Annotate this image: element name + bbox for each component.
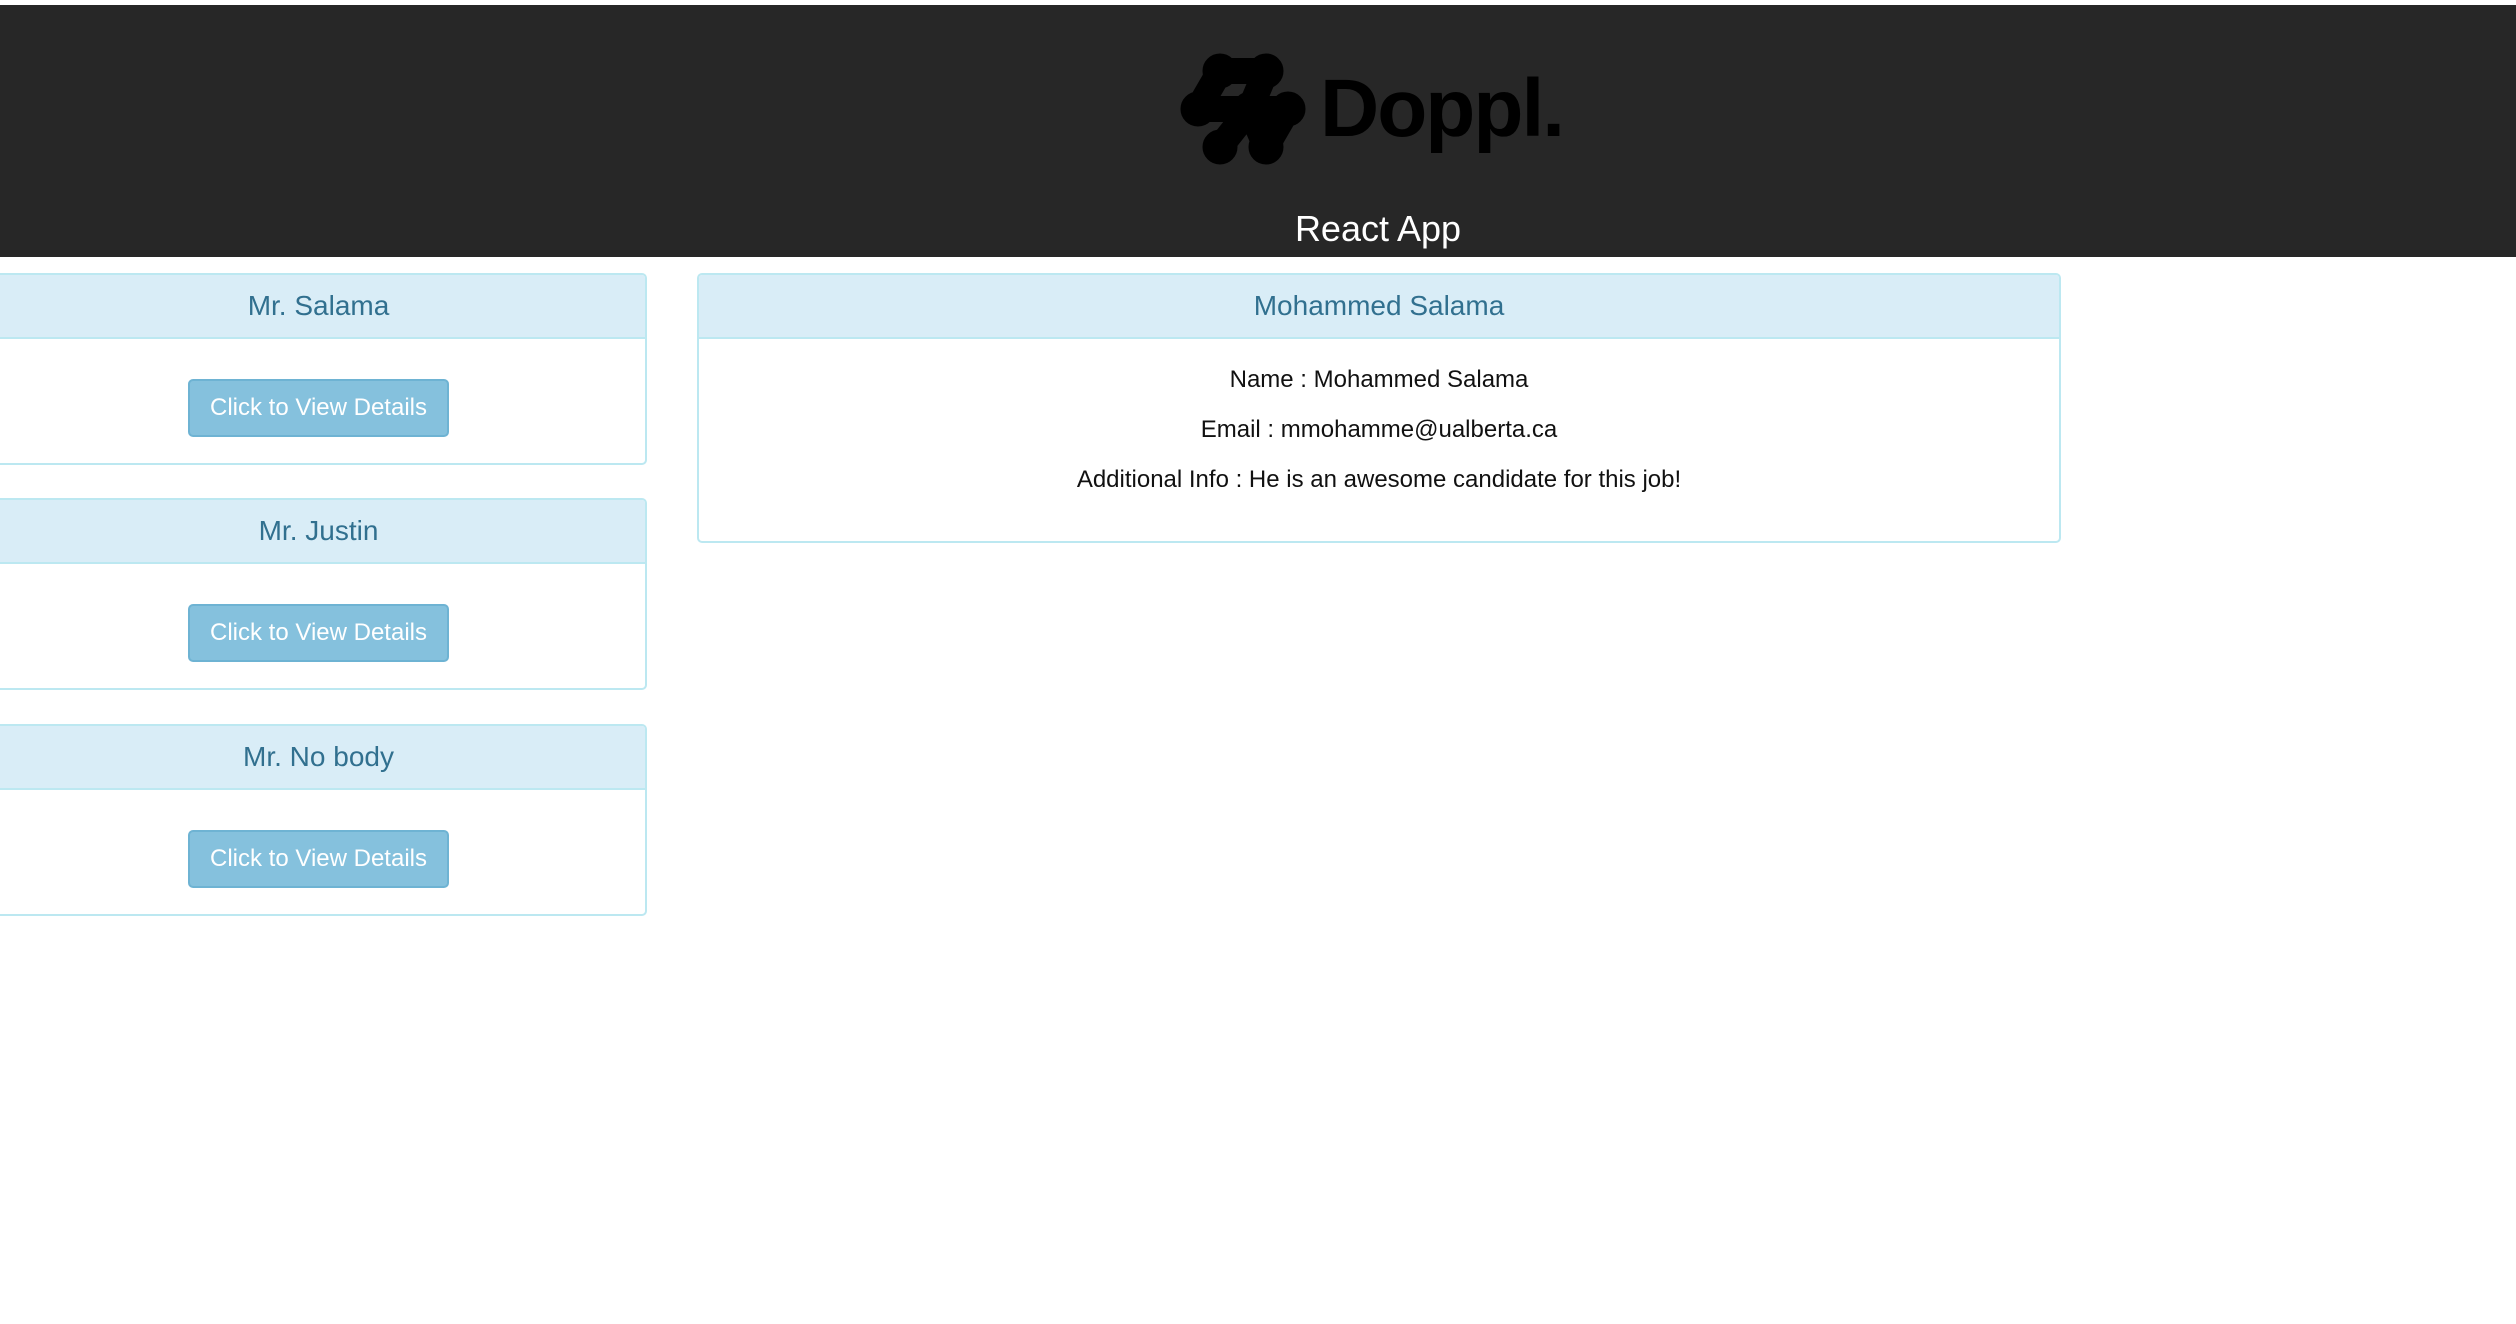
details-heading: Mohammed Salama bbox=[699, 275, 2059, 339]
doppl-molecule-icon bbox=[1180, 53, 1306, 165]
app-header: Doppl. React App bbox=[0, 5, 2516, 257]
view-details-button-justin[interactable]: Click to View Details bbox=[188, 604, 449, 662]
candidate-card-justin: Mr. Justin Click to View Details bbox=[0, 498, 647, 690]
detail-name: Name : Mohammed Salama bbox=[1229, 366, 1529, 393]
candidate-card-body: Click to View Details bbox=[0, 790, 645, 888]
candidate-name: Mr. No body bbox=[0, 726, 645, 790]
page-title: React App bbox=[1294, 208, 1462, 249]
detail-additional-info: Additional Info : He is an awesome candi… bbox=[1076, 466, 1682, 493]
candidate-name: Mr. Salama bbox=[0, 275, 645, 339]
doppl-logo: Doppl. bbox=[1180, 49, 1565, 169]
view-details-button-salama[interactable]: Click to View Details bbox=[188, 379, 449, 437]
logo-wordmark: Doppl. bbox=[1320, 63, 1565, 154]
details-body: Name : Mohammed Salama Email : mmohamme@… bbox=[699, 339, 2059, 495]
candidate-name: Mr. Justin bbox=[0, 500, 645, 564]
candidate-card-body: Click to View Details bbox=[0, 564, 645, 662]
candidate-card-nobody: Mr. No body Click to View Details bbox=[0, 724, 647, 916]
candidate-details-panel: Mohammed Salama Name : Mohammed Salama E… bbox=[697, 273, 2061, 543]
detail-email: Email : mmohamme@ualberta.ca bbox=[1200, 416, 1558, 443]
candidate-card-salama: Mr. Salama Click to View Details bbox=[0, 273, 647, 465]
candidate-card-body: Click to View Details bbox=[0, 339, 645, 437]
view-details-button-nobody[interactable]: Click to View Details bbox=[188, 830, 449, 888]
